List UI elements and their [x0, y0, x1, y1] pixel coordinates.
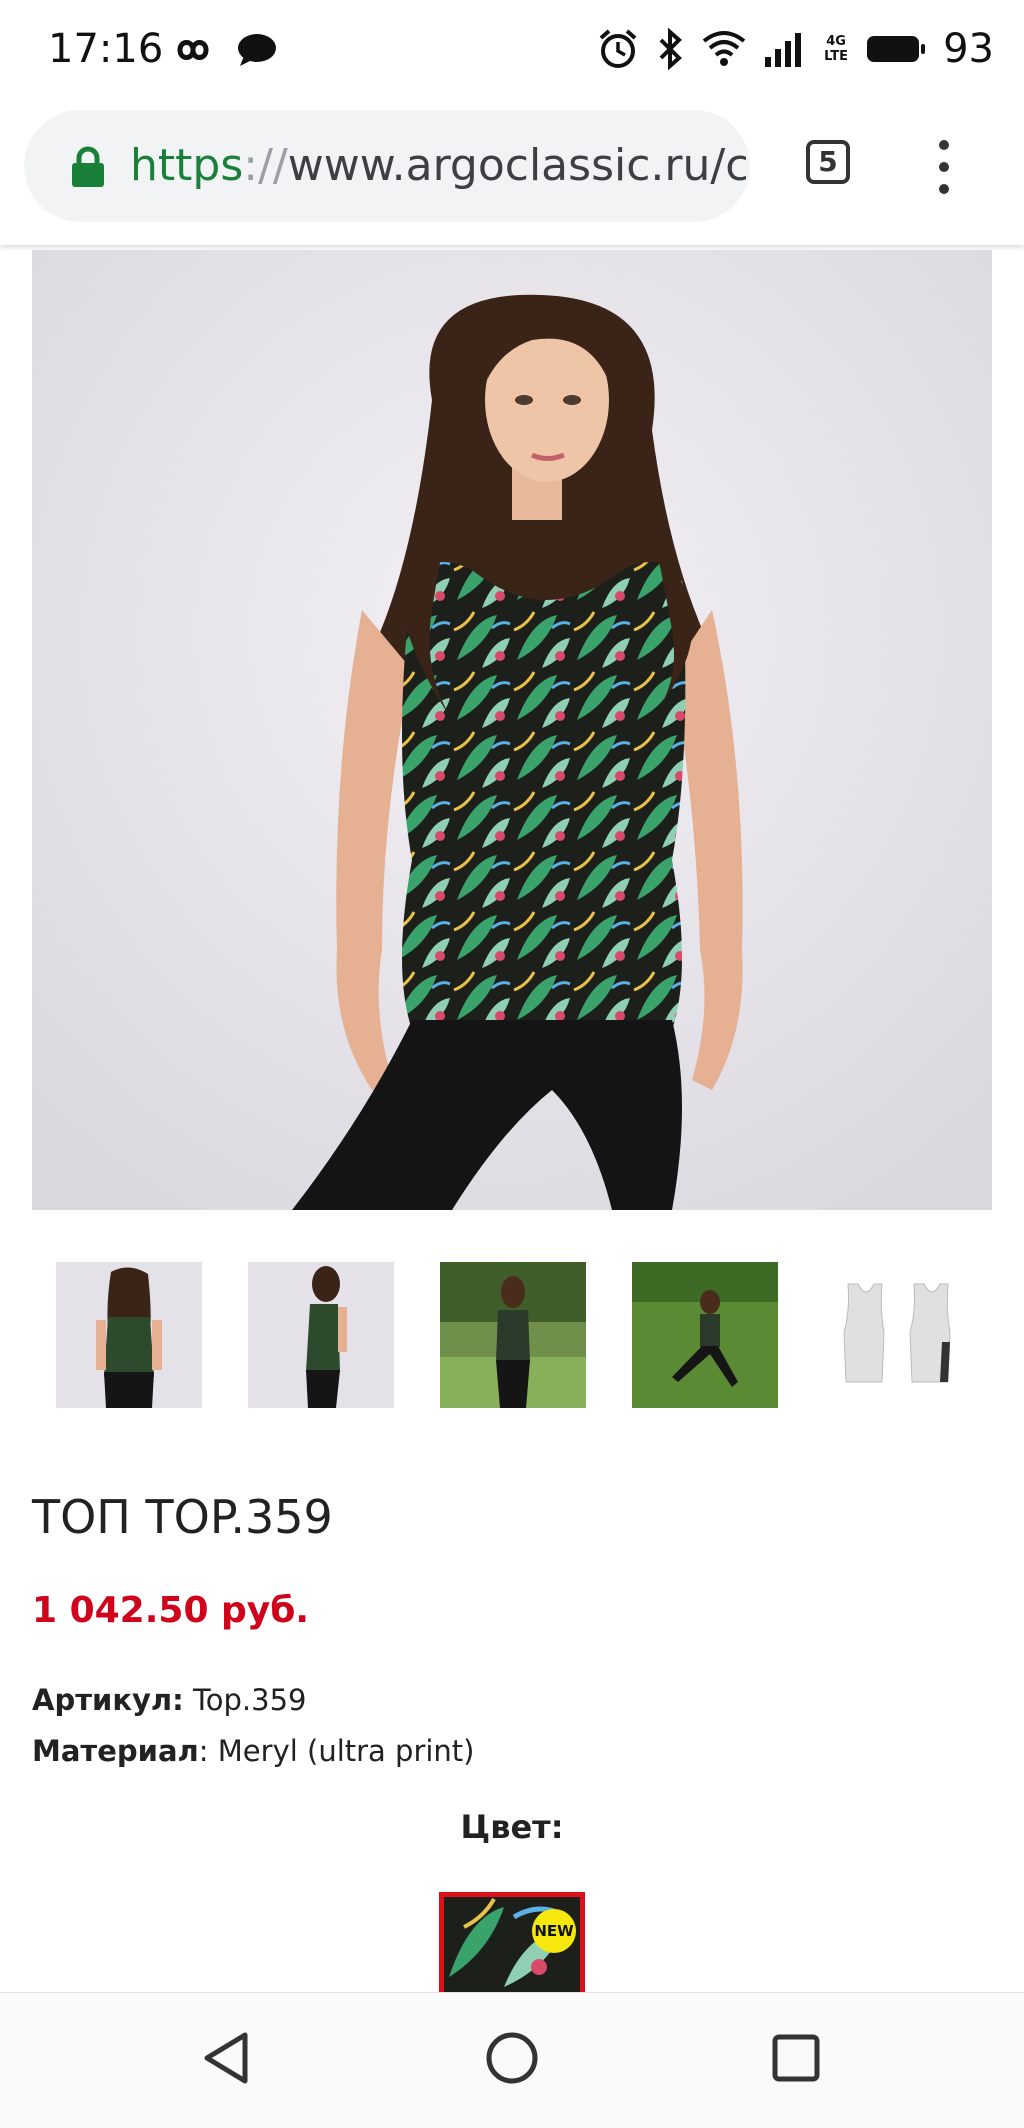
thumbnail-back-view[interactable]	[56, 1262, 202, 1408]
url-text[interactable]: https://www.argoclassic.ru/c	[130, 140, 746, 191]
material-value: : Meryl (ultra print)	[198, 1734, 475, 1768]
sku-value: Top.359	[183, 1683, 307, 1717]
thumbnail-strip	[56, 1262, 976, 1408]
thumbnail-flat-sketch[interactable]	[824, 1262, 970, 1408]
material-row: Материал: Meryl (ultra print)	[32, 1734, 475, 1768]
product-title: ТОП TOP.359	[32, 1490, 333, 1544]
notification-icons	[168, 32, 278, 68]
url-scheme: https	[130, 140, 244, 191]
chat-bubble-icon	[238, 34, 276, 66]
material-label: Материал	[32, 1734, 199, 1768]
status-bar: 17:16 4G LTE 93	[0, 0, 1024, 100]
color-label: Цвет:	[460, 1808, 564, 1846]
new-badge: NEW	[532, 1909, 576, 1953]
status-icons-right: 4G LTE 93	[597, 26, 994, 72]
sku-row: Артикул: Top.359	[32, 1683, 307, 1717]
infinity-icon	[177, 40, 209, 60]
recents-icon[interactable]	[761, 2023, 831, 2093]
lock-icon	[72, 146, 104, 187]
bluetooth-icon	[659, 28, 683, 70]
tab-switcher-button[interactable]: 5	[806, 140, 850, 184]
thumbnail-park-view[interactable]	[440, 1262, 586, 1408]
address-bar[interactable]: https://www.argoclassic.ru/c	[24, 110, 750, 222]
product-main-image[interactable]	[32, 250, 992, 1210]
status-time: 17:16	[48, 26, 164, 72]
product-photo	[32, 250, 992, 1210]
browser-toolbar: https://www.argoclassic.ru/c 5	[0, 100, 1024, 245]
network-type-label: 4G LTE	[824, 34, 849, 64]
product-price: 1 042.50 руб.	[32, 1590, 310, 1631]
thumbnail-side-view[interactable]	[248, 1262, 394, 1408]
thumbnail-grass-view[interactable]	[632, 1262, 778, 1408]
battery-icon	[867, 36, 926, 62]
sku-label: Артикул:	[32, 1683, 184, 1717]
android-nav-bar	[0, 1992, 1024, 2128]
url-separator: ://	[243, 140, 288, 191]
alarm-icon	[599, 29, 637, 68]
battery-percent: 93	[943, 26, 994, 72]
color-swatch-selected[interactable]: NEW	[439, 1892, 585, 1992]
url-host: www.argoclassic.ru/c	[287, 140, 746, 191]
signal-icon	[765, 33, 802, 67]
overflow-menu-icon[interactable]	[934, 140, 954, 194]
home-icon[interactable]	[477, 2023, 547, 2093]
wifi-icon	[702, 31, 746, 66]
back-icon[interactable]	[193, 2023, 263, 2093]
